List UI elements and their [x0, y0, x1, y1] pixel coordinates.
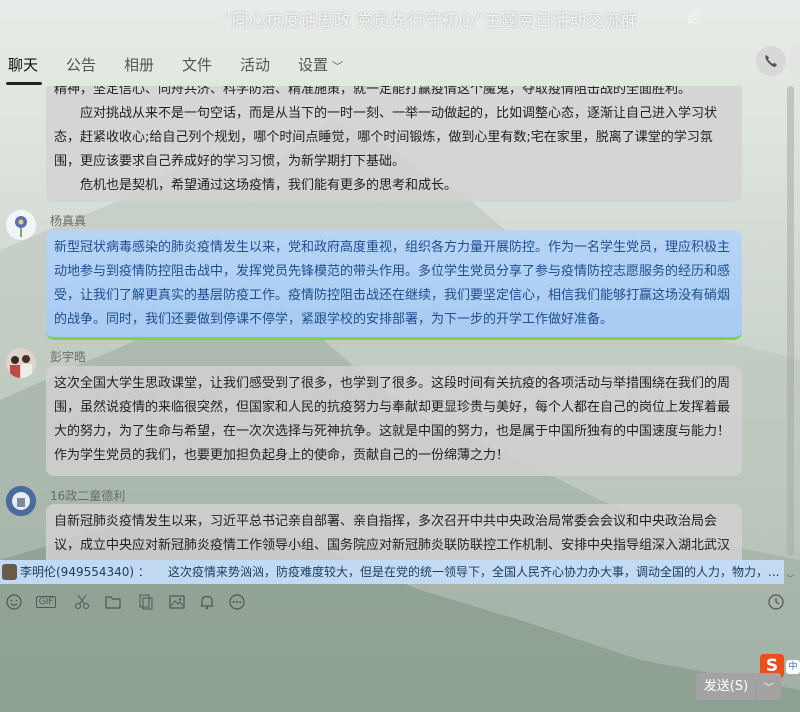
message-paragraph: 应对挑战从来不是一句空话，而是从当下的一时一刻、一举一动做起的，比如调整心态，逐…	[54, 106, 718, 169]
message-text: 新型冠状病毒感染的肺炎疫情发生以来，党和政府高度重视，组织各方力量开展防控。作为…	[54, 240, 731, 327]
tab-settings-label: 设置	[298, 56, 329, 74]
tab-activity[interactable]: 活动	[240, 54, 270, 75]
active-tab-indicator	[6, 82, 42, 85]
sender-name[interactable]: 杨真真	[50, 212, 86, 229]
send-button[interactable]: 发送(S)	[696, 673, 756, 700]
scroll-down-icon[interactable]: ﹀	[786, 572, 795, 585]
chat-scrollbar[interactable]: ﹀	[786, 86, 796, 585]
scroll-thumb[interactable]	[787, 86, 794, 556]
side-panel-toggle[interactable]	[790, 46, 800, 76]
input-toolbar: GIF	[0, 590, 800, 616]
message-text: 自新冠肺炎疫情发生以来，习近平总书记亲自部署、亲自指挥，多次召开中共中央政治局常…	[54, 514, 731, 553]
avatar[interactable]	[6, 348, 36, 378]
send-options-button[interactable]: ﹀	[757, 673, 781, 700]
doc-icon[interactable]	[136, 592, 156, 612]
emoji-icon[interactable]	[4, 592, 24, 612]
folder-icon[interactable]	[103, 592, 123, 612]
chevron-down-icon: ﹀	[764, 683, 774, 694]
group-photo-avatar-icon	[6, 348, 36, 378]
message-bubble: 精神，坚定信心、同舟共济、科学防治、精准施策，就一定能打赢疫情这个魔鬼，夺取疫情…	[46, 86, 742, 202]
sender-name[interactable]: 彭宇晧	[50, 348, 86, 365]
building-avatar-icon	[6, 486, 36, 516]
ime-mode-indicator[interactable]: 中	[786, 660, 800, 674]
voice-call-button[interactable]	[756, 46, 786, 76]
chat-history: 精神，坚定信心、同舟共济、科学防治、精准施策，就一定能打赢疫情这个魔鬼，夺取疫情…	[0, 86, 784, 560]
flower-avatar-icon	[6, 210, 36, 240]
phone-icon	[765, 55, 777, 67]
message-paragraph: 精神，坚定信心、同舟共济、科学防治、精准施策，就一定能打赢疫情这个魔鬼，夺取疫情…	[54, 86, 692, 97]
message-paragraph: 危机也是契机，希望通过这场疫情，我们能有更多的思考和成长。	[80, 178, 458, 193]
tab-settings[interactable]: 设置 ﹀	[298, 54, 343, 75]
edit-title-icon[interactable]	[686, 8, 702, 24]
banner-sender: 李明伦(949554340) ：	[20, 565, 150, 579]
avatar[interactable]	[6, 486, 36, 516]
avatar	[2, 564, 17, 580]
history-icon[interactable]	[766, 592, 786, 612]
banner-message: 这次疫情来势汹汹，防疫难度较大，但是在党的统一领导下，全国人民齐心协力办大事，调…	[168, 565, 780, 579]
tab-files[interactable]: 文件	[182, 54, 212, 75]
message-bubble-highlighted: 新型冠状病毒感染的肺炎疫情发生以来，党和政府高度重视，组织各方力量开展防控。作为…	[46, 230, 742, 340]
chevron-down-icon: ﹀	[332, 60, 344, 73]
group-title[interactable]: “同心抗疫话思政 党员先行守初心”主题党日活动交流群	[0, 6, 800, 31]
new-message-banner[interactable]: 李明伦(949554340) ： 这次疫情来势汹汹，防疫难度较大，但是在党的统一…	[0, 560, 784, 584]
more-icon[interactable]	[227, 592, 247, 612]
tab-chat[interactable]: 聊天	[8, 54, 38, 75]
gif-label: GIF	[35, 596, 57, 608]
tab-announcement[interactable]: 公告	[66, 54, 96, 75]
bell-icon[interactable]	[197, 592, 217, 612]
message-bubble: 自新冠肺炎疫情发生以来，习近平总书记亲自部署、亲自指挥，多次召开中共中央政治局常…	[46, 504, 742, 560]
message-text: 这次全国大学生思政课堂，让我们感受到了很多，也学到了很多。这段时间有关抗疫的各项…	[54, 376, 731, 463]
scissors-icon[interactable]	[72, 592, 92, 612]
avatar[interactable]	[6, 210, 36, 240]
message-bubble: 这次全国大学生思政课堂，让我们感受到了很多，也学到了很多。这段时间有关抗疫的各项…	[46, 366, 742, 476]
sender-name[interactable]: 16政二童德利	[50, 487, 125, 504]
tab-bar: 聊天 公告 相册 文件 活动 设置 ﹀	[0, 42, 800, 86]
title-bar: “同心抗疫话思政 党员先行守初心”主题党日活动交流群	[0, 0, 800, 36]
tab-album[interactable]: 相册	[124, 54, 154, 75]
gif-icon[interactable]: GIF	[34, 592, 58, 612]
image-icon[interactable]	[167, 592, 187, 612]
